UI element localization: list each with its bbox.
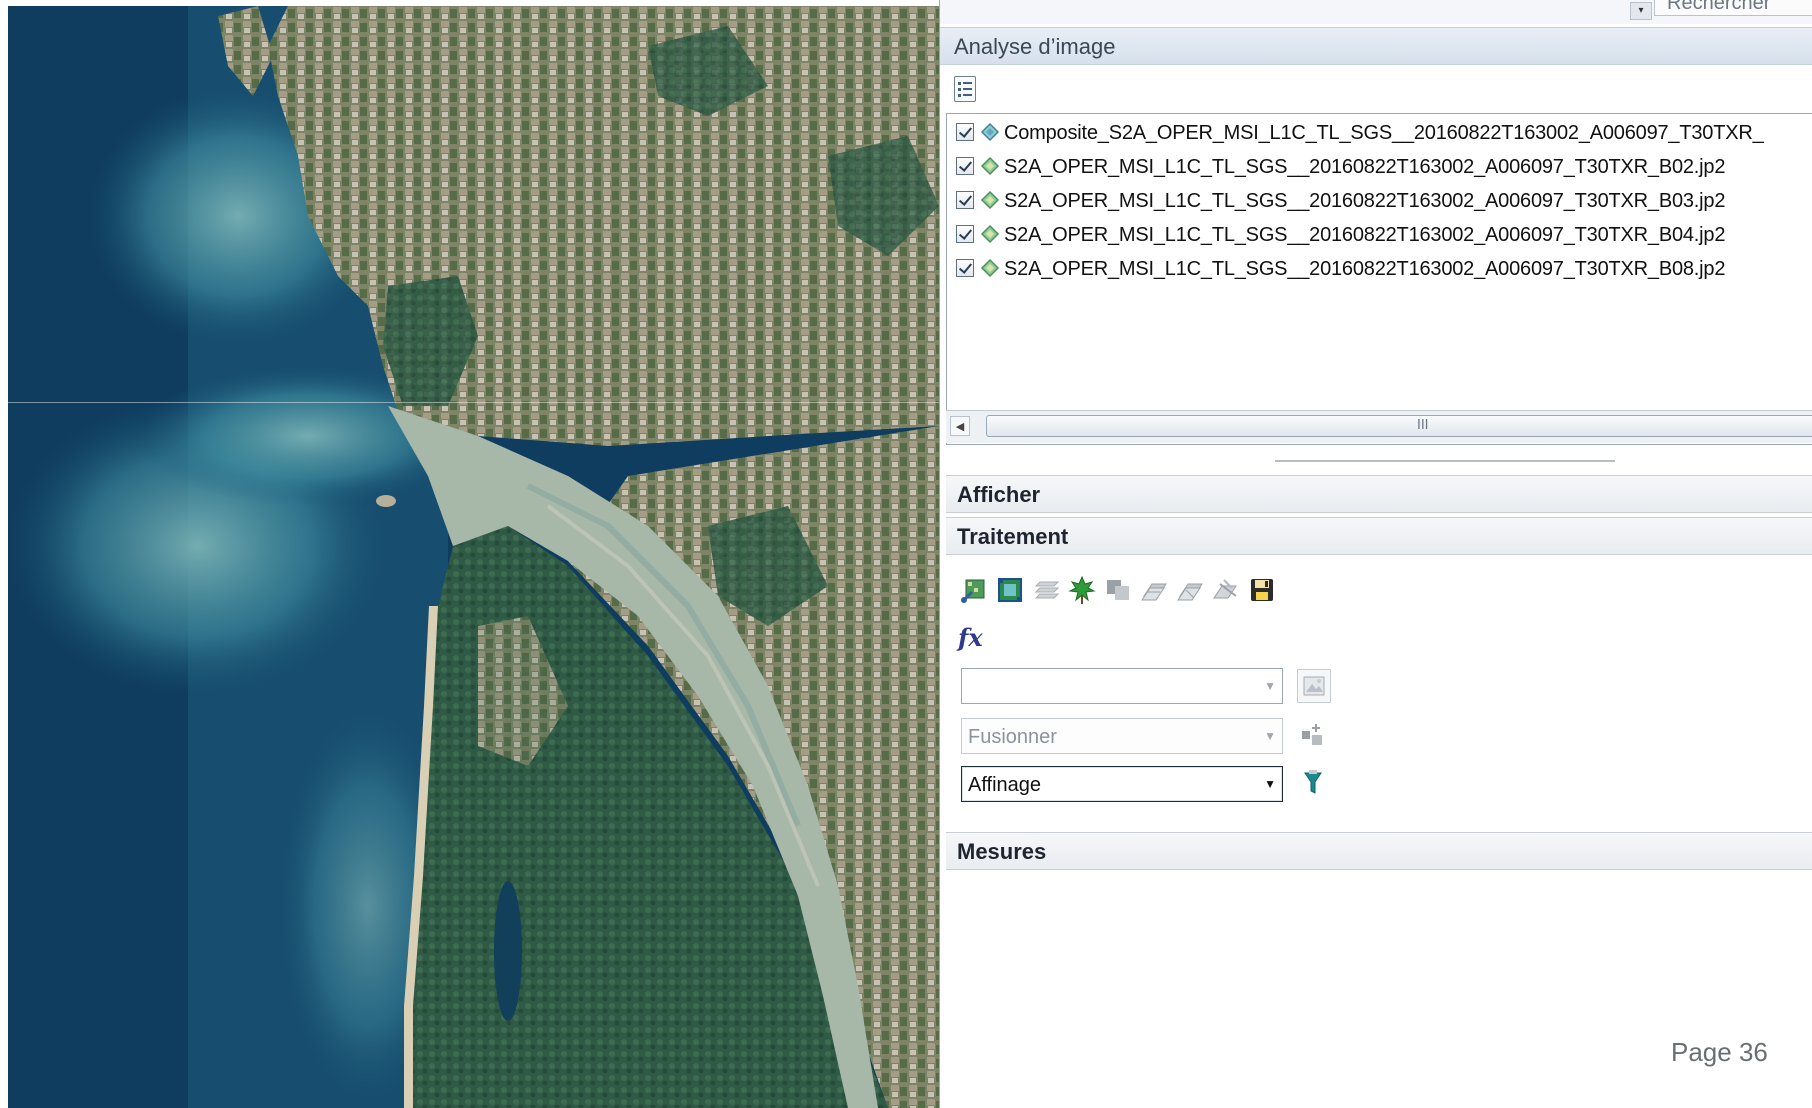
combo-value: Affinage bbox=[968, 774, 1042, 796]
layer-label: S2A_OPER_MSI_L1C_TL_SGS__20160822T163002… bbox=[1004, 156, 1726, 178]
layer-visibility-checkbox[interactable] bbox=[956, 157, 974, 175]
layer-visibility-checkbox[interactable] bbox=[956, 225, 974, 243]
clip-icon[interactable] bbox=[958, 574, 990, 606]
search-bar: ▾ Rechercher bbox=[940, 0, 1812, 24]
search-input[interactable]: Rechercher bbox=[1654, 0, 1812, 16]
scroll-thumb[interactable]: III bbox=[986, 415, 1812, 437]
raster-function-combo[interactable]: ▼ bbox=[961, 668, 1283, 704]
mask-icon[interactable] bbox=[994, 574, 1026, 606]
chevron-down-icon: ▼ bbox=[1264, 777, 1276, 791]
difference-icon[interactable] bbox=[1174, 574, 1206, 606]
layer-row-b03[interactable]: S2A_OPER_MSI_L1C_TL_SGS__20160822T163002… bbox=[947, 184, 1812, 218]
save-icon[interactable] bbox=[1246, 574, 1278, 606]
image-properties-icon[interactable] bbox=[1297, 669, 1331, 703]
layer-label: S2A_OPER_MSI_L1C_TL_SGS__20160822T163002… bbox=[1004, 190, 1726, 212]
layer-row-b02[interactable]: S2A_OPER_MSI_L1C_TL_SGS__20160822T163002… bbox=[947, 150, 1812, 184]
layer-row-b08[interactable]: S2A_OPER_MSI_L1C_TL_SGS__20160822T163002… bbox=[947, 252, 1812, 286]
page-number: Page 36 bbox=[1671, 1037, 1768, 1067]
horizontal-scrollbar[interactable]: ◀ III bbox=[946, 410, 1812, 443]
image-analysis-panel: ▾ Rechercher Analyse d’image Composite_S… bbox=[939, 0, 1812, 1108]
add-merge-icon[interactable] bbox=[1297, 719, 1331, 753]
refine-combo[interactable]: Affinage ▼ bbox=[961, 766, 1283, 802]
section-afficher[interactable]: Afficher bbox=[946, 475, 1812, 513]
raster-layer-icon bbox=[980, 156, 1000, 176]
tile-seam bbox=[8, 402, 939, 403]
function-editor-icon[interactable]: fx bbox=[958, 622, 990, 654]
chevron-down-icon: ▼ bbox=[1264, 729, 1276, 743]
panel-splitter[interactable] bbox=[1275, 460, 1615, 462]
section-mesures[interactable]: Mesures bbox=[946, 832, 1812, 870]
raster-layer-icon bbox=[980, 190, 1000, 210]
layer-label: Composite_S2A_OPER_MSI_L1C_TL_SGS__20160… bbox=[1004, 122, 1764, 144]
raster-layer-icon bbox=[980, 224, 1000, 244]
layer-row-composite[interactable]: Composite_S2A_OPER_MSI_L1C_TL_SGS__20160… bbox=[947, 116, 1812, 150]
layer-visibility-checkbox[interactable] bbox=[956, 191, 974, 209]
layer-label: S2A_OPER_MSI_L1C_TL_SGS__20160822T163002… bbox=[1004, 258, 1726, 280]
layers-icon[interactable] bbox=[1030, 574, 1062, 606]
panel-title: Analyse d’image bbox=[940, 27, 1812, 65]
raster-layer-icon bbox=[980, 258, 1000, 278]
layer-row-b04[interactable]: S2A_OPER_MSI_L1C_TL_SGS__20160822T163002… bbox=[947, 218, 1812, 252]
merge-combo[interactable]: Fusionner ▼ bbox=[961, 718, 1283, 754]
orthorectify-icon[interactable] bbox=[1210, 574, 1242, 606]
layer-list[interactable]: Composite_S2A_OPER_MSI_L1C_TL_SGS__20160… bbox=[946, 113, 1812, 445]
scroll-left-button[interactable]: ◀ bbox=[950, 416, 970, 436]
list-options-icon[interactable] bbox=[954, 76, 976, 102]
chevron-down-icon: ▼ bbox=[1264, 679, 1276, 693]
filter-icon[interactable] bbox=[1297, 767, 1331, 801]
layer-label: S2A_OPER_MSI_L1C_TL_SGS__20160822T163002… bbox=[1004, 224, 1726, 246]
pan-sharpen-icon[interactable] bbox=[1102, 574, 1134, 606]
search-dropdown-button[interactable]: ▾ bbox=[1630, 2, 1652, 20]
combo-value: Fusionner bbox=[968, 726, 1057, 748]
satellite-map-view[interactable] bbox=[8, 6, 939, 1108]
section-traitement[interactable]: Traitement bbox=[946, 517, 1812, 555]
satellite-image bbox=[8, 6, 939, 1108]
layer-visibility-checkbox[interactable] bbox=[956, 123, 974, 141]
raster-layer-icon bbox=[980, 122, 1000, 142]
scroll-grip: III bbox=[1417, 418, 1429, 433]
ndvi-leaf-icon[interactable] bbox=[1066, 574, 1098, 606]
mosaic-icon[interactable] bbox=[1138, 574, 1170, 606]
layer-visibility-checkbox[interactable] bbox=[956, 259, 974, 277]
